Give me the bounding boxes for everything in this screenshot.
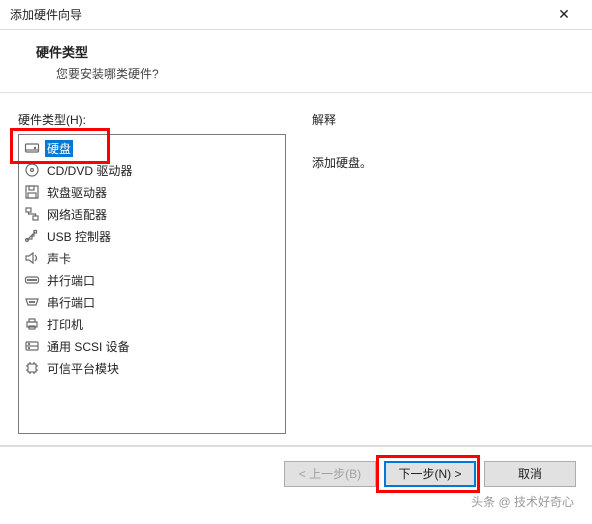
- list-item[interactable]: USB 控制器: [19, 225, 285, 247]
- close-button[interactable]: ✕: [544, 1, 584, 29]
- list-item[interactable]: CD/DVD 驱动器: [19, 159, 285, 181]
- list-item[interactable]: 网络适配器: [19, 203, 285, 225]
- list-item[interactable]: 声卡: [19, 247, 285, 269]
- printer-icon: [23, 316, 41, 332]
- list-item[interactable]: 可信平台模块: [19, 357, 285, 379]
- list-item-label: CD/DVD 驱动器: [45, 162, 134, 179]
- close-icon: ✕: [558, 6, 570, 23]
- floppy-icon: [23, 184, 41, 200]
- explanation-label: 解释: [312, 111, 574, 128]
- titlebar: 添加硬件向导 ✕: [0, 0, 592, 30]
- parallel-port-icon: [23, 272, 41, 288]
- list-item-label: 软盘驱动器: [45, 184, 109, 201]
- hardware-type-label: 硬件类型(H):: [18, 111, 286, 128]
- list-item-label: 硬盘: [45, 140, 73, 157]
- disc-icon: [23, 162, 41, 178]
- list-item-label: 串行端口: [45, 294, 97, 311]
- list-item-label: 网络适配器: [45, 206, 109, 223]
- header-subheading: 您要安装哪类硬件?: [56, 65, 572, 82]
- sound-icon: [23, 250, 41, 266]
- hardware-type-listbox[interactable]: 硬盘 CD/DVD 驱动器软盘驱动器网络适配器 USB 控制器声卡并行端口串行端口打…: [18, 134, 286, 434]
- list-item[interactable]: 软盘驱动器: [19, 181, 285, 203]
- list-item-label: 可信平台模块: [45, 360, 121, 377]
- window-title: 添加硬件向导: [10, 6, 544, 23]
- network-icon: [23, 206, 41, 222]
- list-item[interactable]: 通用 SCSI 设备: [19, 335, 285, 357]
- list-item-label: 声卡: [45, 250, 73, 267]
- list-item[interactable]: 打印机: [19, 313, 285, 335]
- list-item[interactable]: 硬盘: [19, 137, 285, 159]
- list-item[interactable]: 并行端口: [19, 269, 285, 291]
- list-item[interactable]: 串行端口: [19, 291, 285, 313]
- header-heading: 硬件类型: [36, 42, 572, 61]
- scsi-icon: [23, 338, 41, 354]
- next-button[interactable]: 下一步(N) >: [384, 461, 476, 487]
- list-item-label: 打印机: [45, 316, 85, 333]
- cancel-button[interactable]: 取消: [484, 461, 576, 487]
- usb-icon: [23, 228, 41, 244]
- explanation-column: 解释 添加硬盘。: [312, 111, 574, 445]
- serial-port-icon: [23, 294, 41, 310]
- wizard-body: 硬件类型(H): 硬盘 CD/DVD 驱动器软盘驱动器网络适配器 USB 控制器声卡…: [0, 93, 592, 445]
- list-item-label: 并行端口: [45, 272, 97, 289]
- wizard-footer: < 上一步(B) 下一步(N) > 取消: [0, 446, 592, 500]
- wizard-header: 硬件类型 您要安装哪类硬件?: [0, 30, 592, 92]
- hardware-type-column: 硬件类型(H): 硬盘 CD/DVD 驱动器软盘驱动器网络适配器 USB 控制器声卡…: [18, 111, 286, 445]
- explanation-text: 添加硬盘。: [312, 154, 574, 171]
- list-item-label: 通用 SCSI 设备: [45, 338, 132, 355]
- harddisk-icon: [23, 140, 41, 156]
- list-item-label: USB 控制器: [45, 228, 113, 245]
- tpm-icon: [23, 360, 41, 376]
- back-button[interactable]: < 上一步(B): [284, 461, 376, 487]
